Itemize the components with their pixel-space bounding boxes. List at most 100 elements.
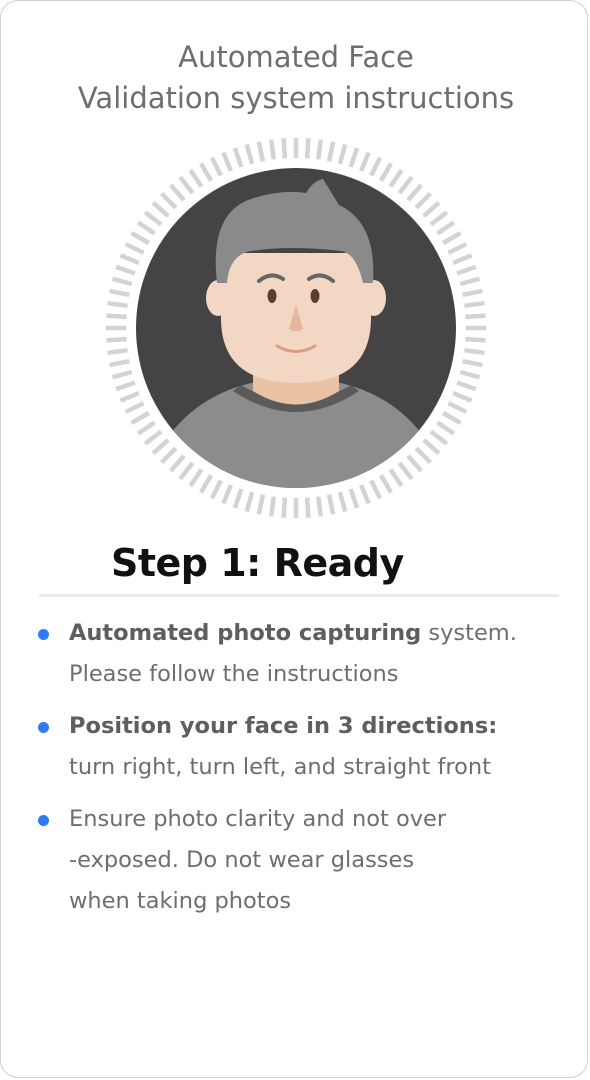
ring-tick [379, 474, 393, 494]
ring-tick [221, 151, 234, 172]
instruction-line-2: turn right, turn left, and straight fron… [69, 754, 491, 780]
ring-tick [388, 168, 404, 188]
avatar-right-eye [310, 289, 320, 303]
face-illustration [101, 133, 491, 523]
ring-tick [414, 446, 432, 464]
ring-tick [414, 192, 432, 210]
ring-tick [143, 429, 163, 446]
divider [39, 594, 559, 597]
ring-tick [429, 210, 449, 227]
instruction-line-3: when taking photos [69, 888, 292, 914]
ring-tick [429, 429, 449, 446]
title-line-1: Automated Face [178, 40, 414, 74]
ring-tick [244, 143, 255, 165]
ring-tick [442, 231, 462, 245]
ring-tick [406, 183, 423, 202]
ring-tick [256, 141, 266, 162]
ring-tick [232, 488, 244, 509]
ring-tick [452, 253, 473, 266]
instruction-line: Automated photo capturing system. [69, 613, 571, 654]
ring-tick [109, 288, 130, 298]
ring-tick [304, 497, 311, 518]
ring-tick [456, 380, 477, 392]
ring-tick [358, 484, 371, 505]
ring-tick [456, 264, 477, 276]
ring-tick [136, 420, 156, 436]
ring-tick [422, 438, 441, 455]
ring-tick [232, 147, 244, 168]
ring-tick [465, 336, 486, 343]
ring-tick [115, 264, 136, 276]
ring-tick [178, 175, 195, 195]
ring-tick [406, 454, 423, 473]
bullet-icon [38, 815, 49, 826]
ring-tick [268, 139, 277, 160]
ring-tick [151, 438, 170, 455]
ring-tick [107, 300, 128, 309]
ring-tick [358, 151, 371, 172]
ring-tick [337, 143, 348, 165]
ring-tick [178, 461, 195, 481]
instruction-bold: Position your face in 3 directions: [69, 713, 498, 739]
avatar-left-eye [267, 289, 277, 303]
ring-tick [388, 468, 404, 488]
face-avatar-icon [106, 138, 486, 518]
ring-tick [462, 358, 483, 368]
ring-tick [436, 220, 456, 236]
ring-tick [188, 468, 204, 488]
ring-tick [397, 175, 414, 195]
instruction-line-2: Please follow the instructions [69, 661, 399, 687]
ring-tick [169, 183, 186, 202]
ring-tick [326, 494, 336, 515]
ring-tick [268, 496, 277, 517]
ring-tick [326, 141, 336, 162]
ring-tick [199, 474, 213, 494]
ring-tick [119, 390, 140, 403]
ring-tick [124, 401, 145, 415]
list-item: Automated photo capturing system. Please… [1, 613, 590, 695]
title-line-2: Validation system instructions [77, 81, 515, 115]
bullet-icon [38, 722, 49, 733]
ring-tick [160, 192, 178, 210]
ring-tick [188, 168, 204, 188]
ring-tick [136, 220, 156, 236]
ring-tick [436, 420, 456, 436]
ring-tick [337, 491, 348, 513]
instruction-list: Automated photo capturing system. Please… [1, 613, 590, 933]
ring-tick [442, 411, 462, 425]
ring-tick [464, 347, 485, 356]
ring-tick [209, 156, 223, 177]
ring-tick [315, 139, 324, 160]
ring-tick [111, 276, 133, 287]
list-item: Position your face in 3 directions: turn… [1, 706, 590, 788]
ring-tick [464, 300, 485, 309]
ring-tick [447, 401, 468, 415]
ring-tick [315, 496, 324, 517]
instruction-text: system. [421, 620, 517, 646]
ring-tick [452, 390, 473, 403]
ring-tick [447, 241, 468, 255]
ring-tick [459, 276, 481, 287]
instruction-line: Ensure photo clarity and not over [69, 806, 447, 832]
ring-tick [462, 288, 483, 298]
ring-tick [397, 461, 414, 481]
ring-tick [124, 241, 145, 255]
ring-tick [130, 411, 150, 425]
instructions-card: Automated Face Validation system instruc… [0, 0, 588, 1078]
ring-tick [109, 358, 130, 368]
ring-tick [348, 488, 360, 509]
ring-tick [111, 369, 133, 380]
ring-tick [143, 210, 163, 227]
ring-tick [369, 156, 383, 177]
list-item: Ensure photo clarity and not over -expos… [1, 799, 590, 922]
ring-tick [199, 162, 213, 182]
ring-tick [422, 201, 441, 218]
instruction-line: Position your face in 3 directions: [69, 706, 571, 747]
ring-tick [119, 253, 140, 266]
ring-tick [169, 454, 186, 473]
ring-tick [209, 479, 223, 500]
ring-tick [304, 138, 311, 159]
ring-tick [281, 138, 288, 159]
ring-tick [465, 313, 486, 320]
instruction-bold: Automated photo capturing [69, 620, 422, 646]
